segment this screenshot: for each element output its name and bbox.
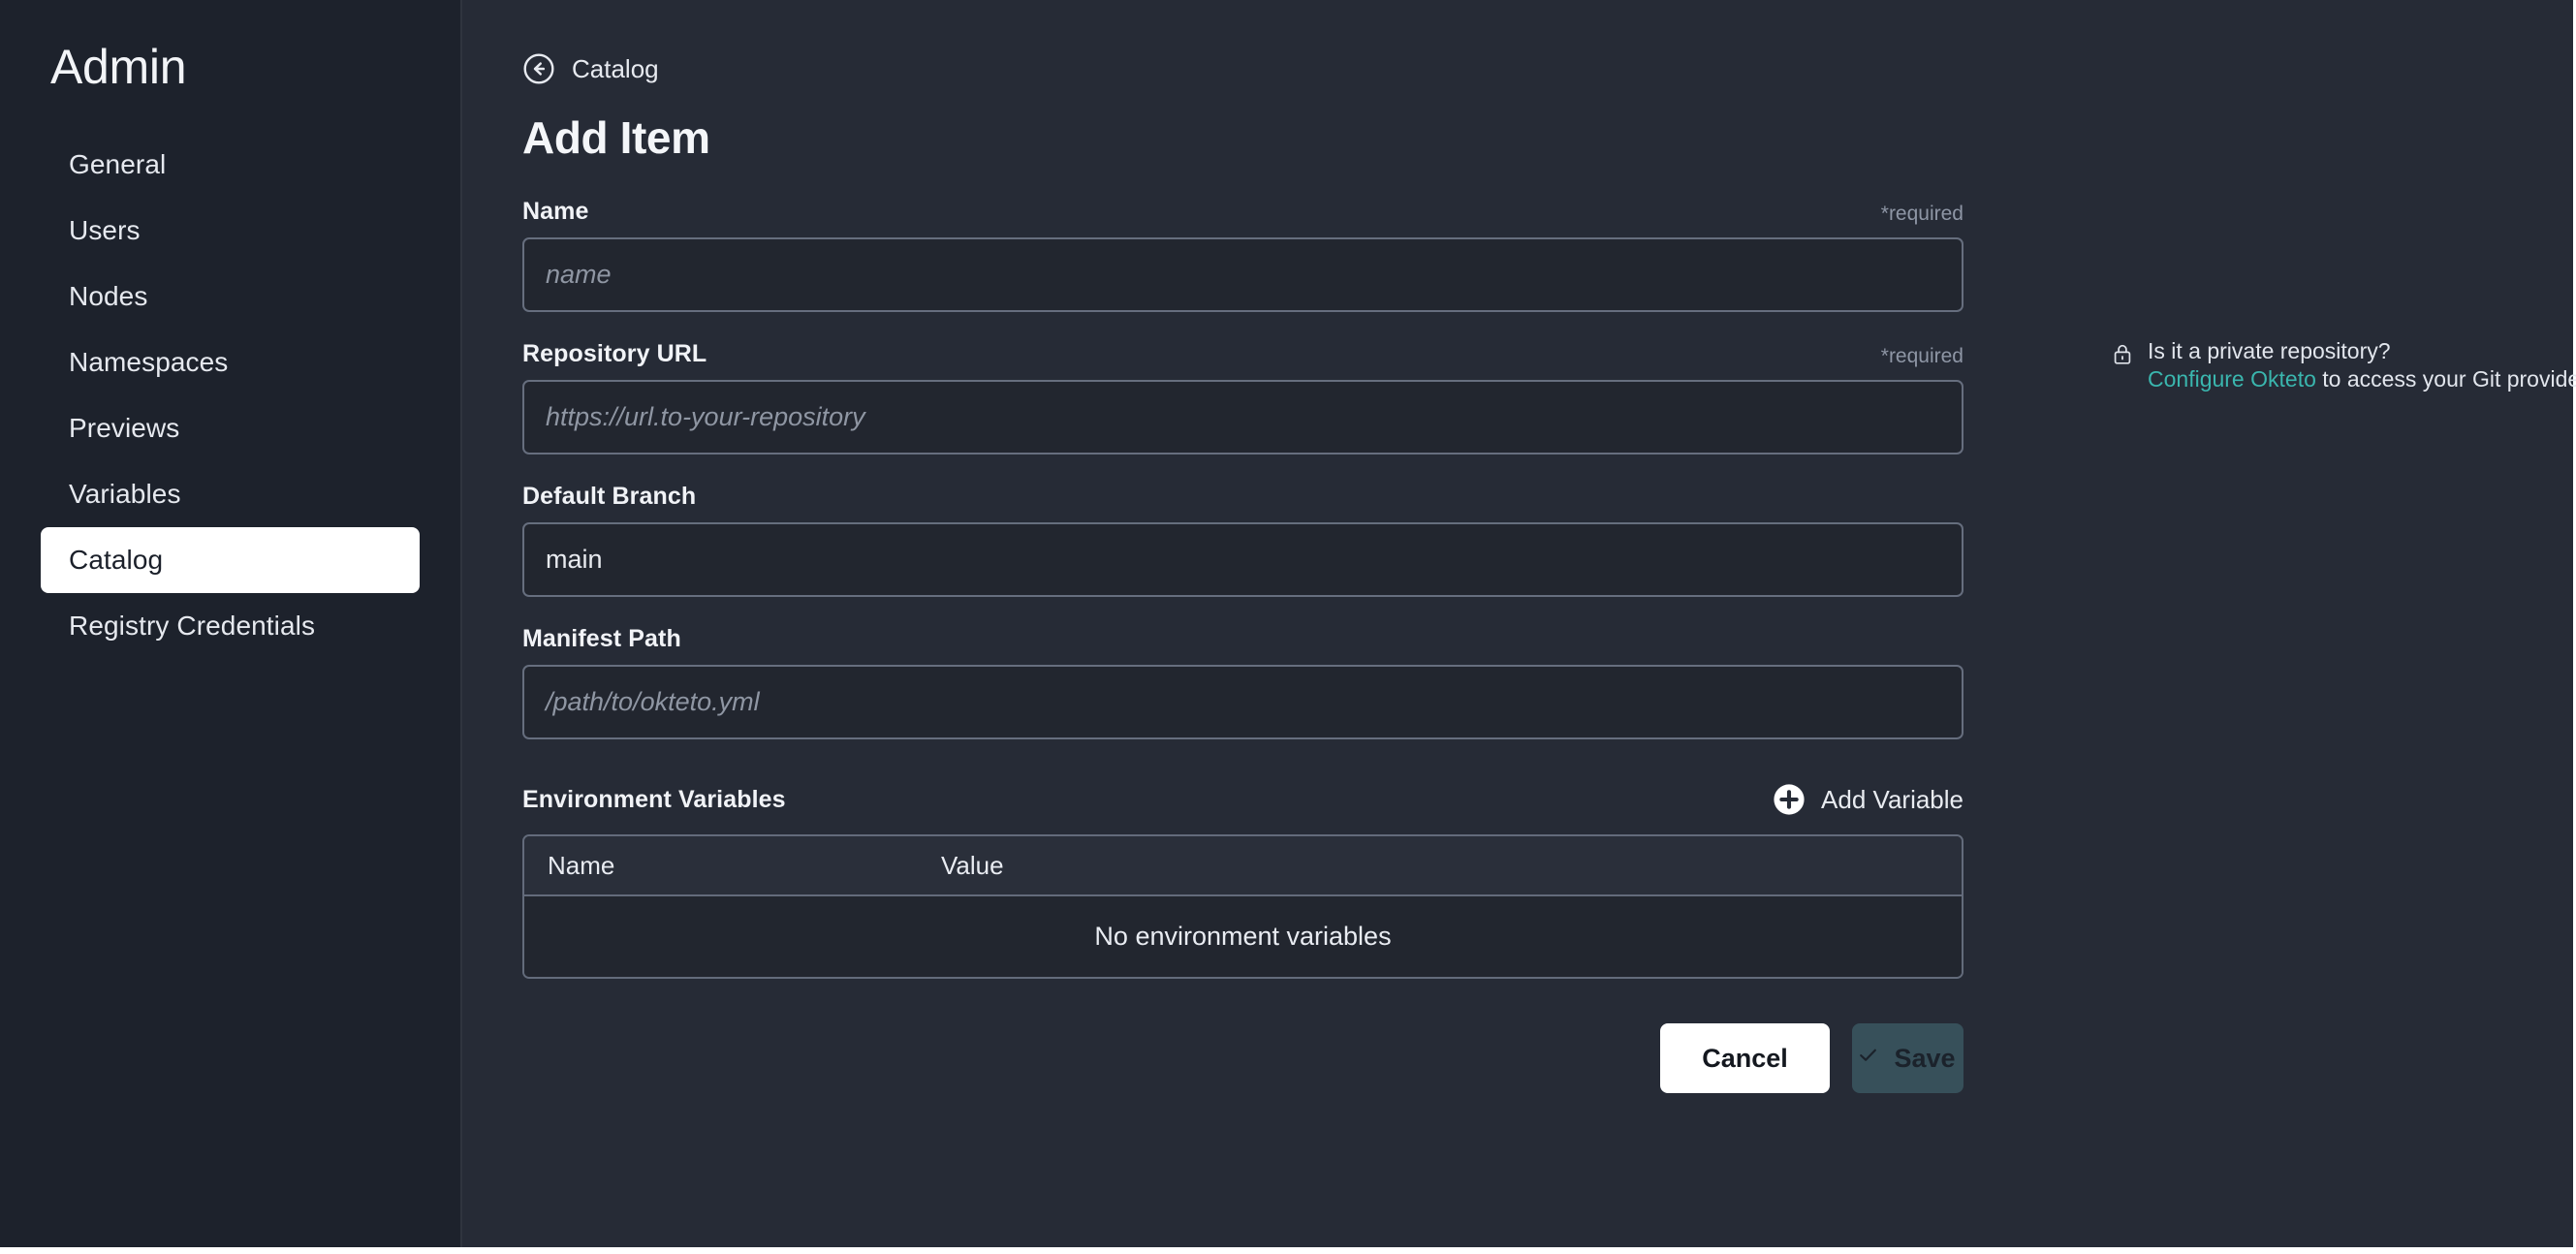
field-label: Repository URL [522, 340, 707, 368]
admin-catalog-add-item-page: Admin General Users Nodes Namespaces Pre… [0, 0, 2576, 1254]
field-name: Name *required name [522, 197, 1963, 312]
sidebar-item-label: Previews [69, 413, 179, 444]
sidebar-item-label: General [69, 149, 166, 180]
hint-text-block: Is it a private repository? Configure Ok… [2148, 337, 2576, 393]
save-label: Save [1894, 1044, 1955, 1074]
save-button[interactable]: Save [1852, 1023, 1963, 1093]
field-label: Manifest Path [522, 625, 681, 653]
private-repository-hint: Is it a private repository? Configure Ok… [2113, 337, 2576, 393]
form-actions: Cancel Save [522, 1023, 1963, 1093]
input-placeholder: /path/to/okteto.yml [546, 687, 760, 717]
required-marker: *required [1881, 203, 1963, 226]
hint-action-line: Configure Okteto to access your Git prov… [2148, 365, 2576, 393]
table-header-row: Name Value [524, 836, 1962, 896]
sidebar-item-previews[interactable]: Previews [41, 395, 420, 461]
sidebar-title: Admin [0, 39, 460, 95]
input-placeholder: https://url.to-your-repository [546, 402, 865, 432]
arrow-left-circle-icon[interactable] [522, 52, 555, 85]
input-placeholder: name [546, 260, 612, 290]
hint-rest-text: to access your Git provider. [2316, 366, 2576, 392]
sidebar-item-label: Variables [69, 479, 181, 510]
check-icon [1856, 1043, 1880, 1074]
add-variable-button[interactable]: Add Variable [1773, 783, 1963, 816]
environment-variables-table: Name Value No environment variables [522, 834, 1963, 979]
main-content: Catalog Add Item Name *required name Rep… [462, 0, 2573, 1247]
sidebar-item-users[interactable]: Users [41, 198, 420, 264]
page-title: Add Item [522, 111, 2573, 164]
field-label: Name [522, 198, 589, 226]
field-repository-url: Repository URL *required https://url.to-… [522, 339, 1963, 455]
required-marker: *required [1881, 345, 1963, 368]
sidebar-item-variables[interactable]: Variables [41, 461, 420, 527]
field-header: Repository URL *required [522, 339, 1963, 368]
sidebar-item-namespaces[interactable]: Namespaces [41, 329, 420, 395]
manifest-path-input[interactable]: /path/to/okteto.yml [522, 665, 1963, 739]
sidebar-item-nodes[interactable]: Nodes [41, 264, 420, 329]
field-label: Default Branch [522, 483, 696, 511]
empty-state-text: No environment variables [1094, 922, 1391, 952]
column-header-value: Value [941, 851, 1004, 881]
hint-question: Is it a private repository? [2148, 337, 2576, 365]
sidebar-item-general[interactable]: General [41, 132, 420, 198]
sidebar-item-catalog[interactable]: Catalog [41, 527, 420, 593]
sidebar-item-label: Catalog [69, 545, 163, 576]
name-input[interactable]: name [522, 237, 1963, 312]
field-manifest-path: Manifest Path /path/to/okteto.yml [522, 624, 1963, 739]
environment-variables-header: Environment Variables Add Variable [522, 778, 1963, 821]
repository-url-input[interactable]: https://url.to-your-repository [522, 380, 1963, 455]
input-value: main [546, 545, 603, 575]
breadcrumb-label: Catalog [572, 54, 659, 84]
sidebar-nav: General Users Nodes Namespaces Previews … [0, 132, 460, 659]
sidebar-item-label: Namespaces [69, 347, 228, 378]
environment-variables-label: Environment Variables [522, 786, 786, 814]
sidebar-item-label: Nodes [69, 281, 147, 312]
field-header: Name *required [522, 197, 1963, 226]
field-default-branch: Default Branch main [522, 482, 1963, 597]
field-header: Default Branch [522, 482, 1963, 511]
breadcrumb[interactable]: Catalog [522, 50, 659, 87]
add-item-form: Name *required name Repository URL *requ… [522, 197, 1963, 1093]
sidebar-item-label: Users [69, 215, 141, 246]
add-variable-label: Add Variable [1821, 785, 1963, 815]
configure-okteto-link[interactable]: Configure Okteto [2148, 366, 2316, 392]
lock-icon [2113, 343, 2132, 370]
sidebar-item-registry-credentials[interactable]: Registry Credentials [41, 593, 420, 659]
plus-circle-icon [1773, 783, 1806, 816]
sidebar: Admin General Users Nodes Namespaces Pre… [0, 0, 462, 1247]
table-empty-row: No environment variables [524, 896, 1962, 977]
default-branch-input[interactable]: main [522, 522, 1963, 597]
field-header: Manifest Path [522, 624, 1963, 653]
sidebar-item-label: Registry Credentials [69, 611, 315, 642]
cancel-button[interactable]: Cancel [1660, 1023, 1830, 1093]
column-header-name: Name [524, 851, 941, 881]
